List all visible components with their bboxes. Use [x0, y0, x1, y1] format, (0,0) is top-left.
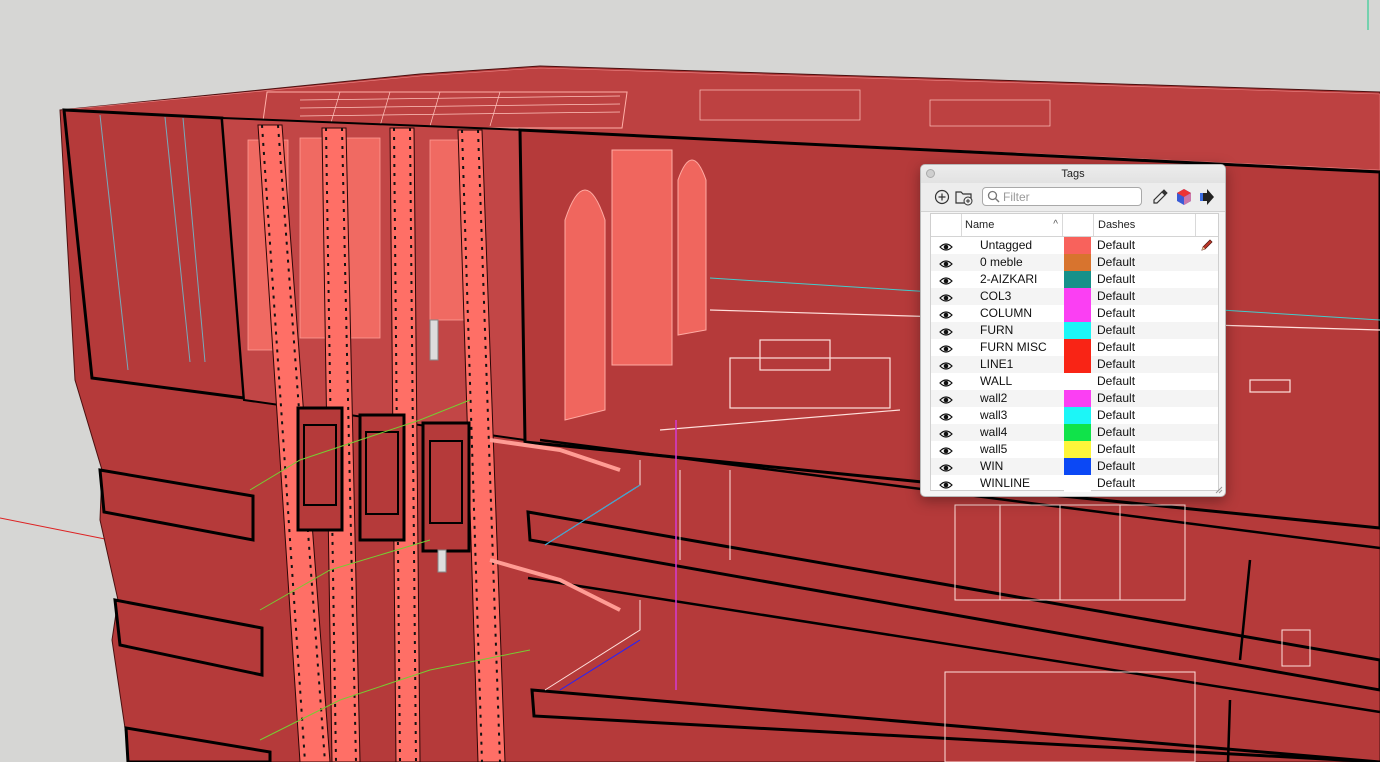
tag-color-swatch[interactable] [1064, 475, 1091, 492]
tag-dashes[interactable]: Default [1097, 373, 1135, 390]
tag-dashes[interactable]: Default [1097, 305, 1135, 322]
tag-row[interactable]: WINLINE Default [931, 475, 1218, 492]
tag-name[interactable]: wall5 [980, 441, 1007, 458]
tag-row[interactable]: 0 meble Default [931, 254, 1218, 271]
tag-name[interactable]: 0 meble [980, 254, 1023, 271]
tag-name[interactable]: COLUMN [980, 305, 1032, 322]
tag-name[interactable]: WIN [980, 458, 1003, 475]
search-icon [987, 190, 1000, 203]
details-arrow-icon[interactable] [1197, 187, 1217, 207]
tag-dashes[interactable]: Default [1097, 237, 1135, 254]
tag-name[interactable]: WALL [980, 373, 1012, 390]
tag-name[interactable]: wall3 [980, 407, 1007, 424]
tag-color-swatch[interactable] [1064, 322, 1091, 339]
tag-color-swatch[interactable] [1064, 373, 1091, 390]
eyedropper-icon[interactable] [1150, 187, 1170, 207]
close-icon[interactable] [926, 169, 935, 178]
filter-field[interactable] [982, 187, 1142, 206]
tag-name[interactable]: WINLINE [980, 475, 1030, 492]
tags-list: Untagged Default 0 meble Default 2-AIZKARI De… [931, 237, 1218, 492]
tag-color-swatch[interactable] [1064, 237, 1091, 254]
tag-row[interactable]: FURN MISC Default [931, 339, 1218, 356]
tag-name[interactable]: COL3 [980, 288, 1011, 305]
tag-name[interactable]: FURN MISC [980, 339, 1047, 356]
tag-color-swatch[interactable] [1064, 305, 1091, 322]
panel-title: Tags [1061, 168, 1085, 180]
tag-color-swatch[interactable] [1064, 339, 1091, 356]
column-header-dashes[interactable]: Dashes [1093, 214, 1195, 236]
tag-dashes[interactable]: Default [1097, 339, 1135, 356]
tag-row[interactable]: WIN Default [931, 458, 1218, 475]
tag-row[interactable]: COLUMN Default [931, 305, 1218, 322]
tag-row[interactable]: COL3 Default [931, 288, 1218, 305]
tag-row[interactable]: wall2 Default [931, 390, 1218, 407]
tag-color-swatch[interactable] [1064, 441, 1091, 458]
left-bay [62, 108, 246, 400]
add-folder-icon[interactable] [954, 187, 974, 207]
visibility-eye-icon[interactable] [939, 478, 953, 495]
tag-row[interactable]: WALL Default [931, 373, 1218, 390]
tag-row[interactable]: 2-AIZKARI Default [931, 271, 1218, 288]
tag-color-swatch[interactable] [1064, 288, 1091, 305]
tag-row[interactable]: wall3 Default [931, 407, 1218, 424]
tag-dashes[interactable]: Default [1097, 356, 1135, 373]
column-header-name-label: Name [965, 219, 995, 231]
tag-row[interactable]: LINE1 Default [931, 356, 1218, 373]
tag-color-swatch[interactable] [1064, 458, 1091, 475]
tag-dashes[interactable]: Default [1097, 475, 1135, 492]
tag-dashes[interactable]: Default [1097, 407, 1135, 424]
tag-dashes[interactable]: Default [1097, 271, 1135, 288]
tag-dashes[interactable]: Default [1097, 390, 1135, 407]
column-header-name[interactable]: Name ^ [961, 214, 1062, 236]
tags-table: Name ^ Dashes Untagged Default 0 meble Defa… [930, 213, 1219, 492]
tag-color-swatch[interactable] [1064, 424, 1091, 441]
tag-dashes[interactable]: Default [1097, 441, 1135, 458]
tag-name[interactable]: Untagged [980, 237, 1032, 254]
tags-panel[interactable]: Tags Filter Name ^ Dashes Untagged Defau… [920, 164, 1226, 497]
panel-toolbar [921, 183, 1225, 212]
tag-dashes[interactable]: Default [1097, 322, 1135, 339]
tag-name[interactable]: wall2 [980, 390, 1007, 407]
tag-row[interactable]: Untagged Default [931, 237, 1218, 254]
column-header-color[interactable] [1062, 214, 1094, 236]
color-by-tag-icon[interactable] [1174, 187, 1194, 207]
tag-dashes[interactable]: Default [1097, 424, 1135, 441]
tag-row[interactable]: wall5 Default [931, 441, 1218, 458]
tag-name[interactable]: FURN [980, 322, 1013, 339]
tag-dashes[interactable]: Default [1097, 458, 1135, 475]
column-header-dashes-label: Dashes [1098, 219, 1136, 231]
sort-ascending-icon: ^ [1053, 219, 1058, 230]
panel-titlebar[interactable]: Tags [921, 165, 1225, 183]
tag-dashes[interactable]: Default [1097, 254, 1135, 271]
tag-color-swatch[interactable] [1064, 390, 1091, 407]
tag-name[interactable]: 2-AIZKARI [980, 271, 1037, 288]
tag-row[interactable]: wall4 Default [931, 424, 1218, 441]
resize-grip-icon[interactable] [1215, 486, 1223, 494]
tag-color-swatch[interactable] [1064, 271, 1091, 288]
tag-row[interactable]: FURN Default [931, 322, 1218, 339]
add-tag-icon[interactable] [932, 187, 952, 207]
tag-dashes[interactable]: Default [1097, 288, 1135, 305]
filter-input[interactable] [1003, 189, 1137, 204]
tag-name[interactable]: LINE1 [980, 356, 1013, 373]
tag-color-swatch[interactable] [1064, 254, 1091, 271]
tag-color-swatch[interactable] [1064, 407, 1091, 424]
tag-color-swatch[interactable] [1064, 356, 1091, 373]
table-header: Name ^ Dashes [931, 214, 1218, 237]
tag-name[interactable]: wall4 [980, 424, 1007, 441]
